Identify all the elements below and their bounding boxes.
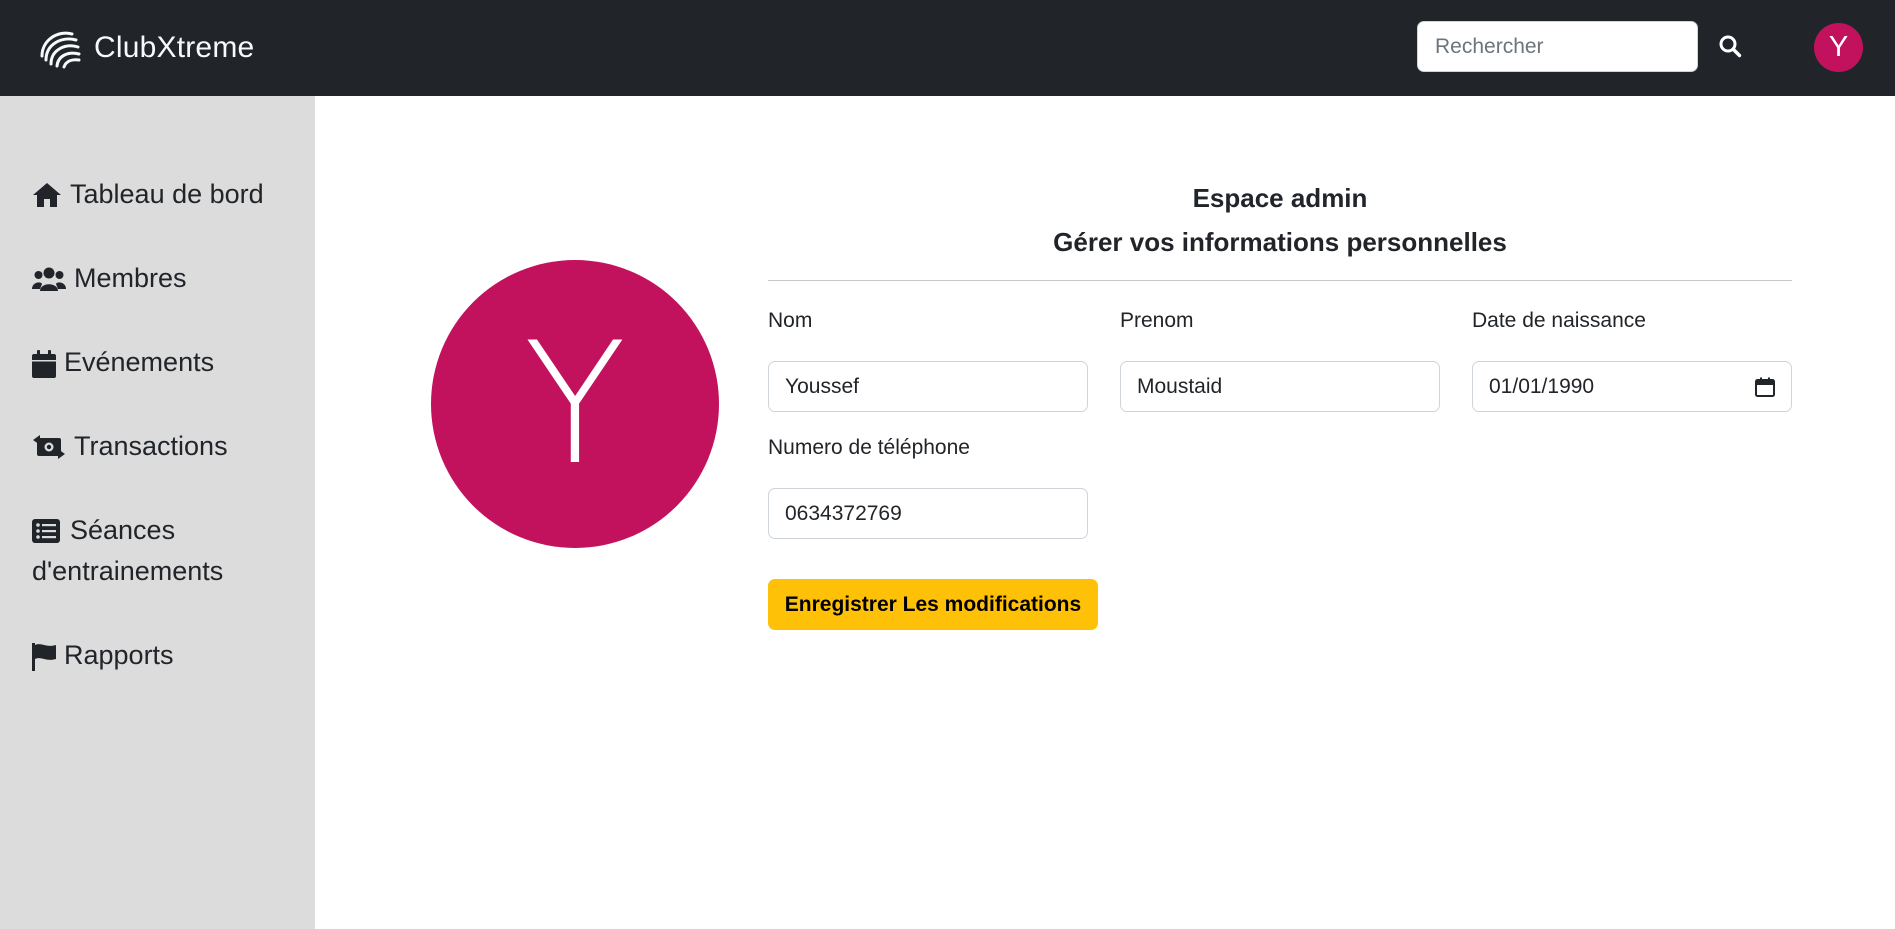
brand-name: ClubXtreme [94, 31, 255, 64]
user-avatar[interactable]: Y [1814, 23, 1863, 72]
prenom-field-group: Prenom [1120, 307, 1440, 412]
sidebar-item-rapports[interactable]: Rapports [32, 635, 174, 676]
sidebar-item-label: Membres [74, 263, 187, 293]
flag-icon [32, 643, 56, 671]
date-naissance-field-group: Date de naissance 01/01/1990 [1472, 307, 1792, 412]
telephone-input[interactable] [768, 488, 1088, 539]
calendar-picker-icon[interactable] [1755, 377, 1775, 397]
sidebar-item-label: Rapports [64, 640, 174, 670]
money-exchange-icon [33, 435, 65, 459]
nom-field-group: Nom [768, 307, 1088, 412]
nom-input[interactable] [768, 361, 1088, 412]
sidebar-item-label: Séances d'entrainements [32, 515, 224, 586]
profile-form-header: Espace admin Gérer vos informations pers… [768, 180, 1792, 281]
telephone-field-group: Numero de téléphone [768, 434, 1088, 539]
sidebar: Tableau de bord Membres Evénements Trans… [0, 96, 315, 929]
prenom-input[interactable] [1120, 361, 1440, 412]
calendar-icon [32, 350, 56, 378]
prenom-label: Prenom [1120, 309, 1194, 332]
spiral-logo-icon [40, 31, 81, 69]
main-content: Y Espace admin Gérer vos informations pe… [315, 96, 1895, 929]
top-navbar: ClubXtreme Y [0, 0, 1895, 96]
date-naissance-value: 01/01/1990 [1489, 374, 1595, 398]
telephone-label: Numero de téléphone [768, 436, 970, 459]
sidebar-item-label: Tableau de bord [70, 179, 264, 209]
brand[interactable]: ClubXtreme [38, 26, 254, 70]
users-icon [32, 267, 66, 291]
sidebar-item-label: Evénements [64, 347, 215, 377]
sidebar-item-evenements[interactable]: Evénements [32, 342, 214, 383]
sidebar-item-label: Transactions [74, 431, 228, 461]
home-icon [33, 183, 61, 207]
search-button[interactable] [1710, 26, 1750, 66]
date-naissance-input[interactable]: 01/01/1990 [1472, 361, 1792, 412]
save-button[interactable]: Enregistrer Les modifications [768, 579, 1098, 630]
sidebar-item-tableau-de-bord[interactable]: Tableau de bord [32, 174, 264, 215]
sidebar-item-seances[interactable]: Séances d'entrainements [32, 510, 302, 592]
list-icon [32, 519, 60, 543]
nom-label: Nom [768, 309, 813, 332]
divider [768, 280, 1792, 281]
sidebar-item-transactions[interactable]: Transactions [32, 426, 228, 467]
search-icon [1719, 35, 1742, 58]
page-subtitle: Gérer vos informations personnelles [1053, 227, 1507, 257]
sidebar-item-membres[interactable]: Membres [32, 258, 187, 299]
profile-avatar: Y [431, 260, 719, 548]
date-naissance-label: Date de naissance [1472, 309, 1646, 332]
search-input[interactable] [1417, 21, 1698, 72]
page-title: Espace admin [1192, 183, 1368, 213]
